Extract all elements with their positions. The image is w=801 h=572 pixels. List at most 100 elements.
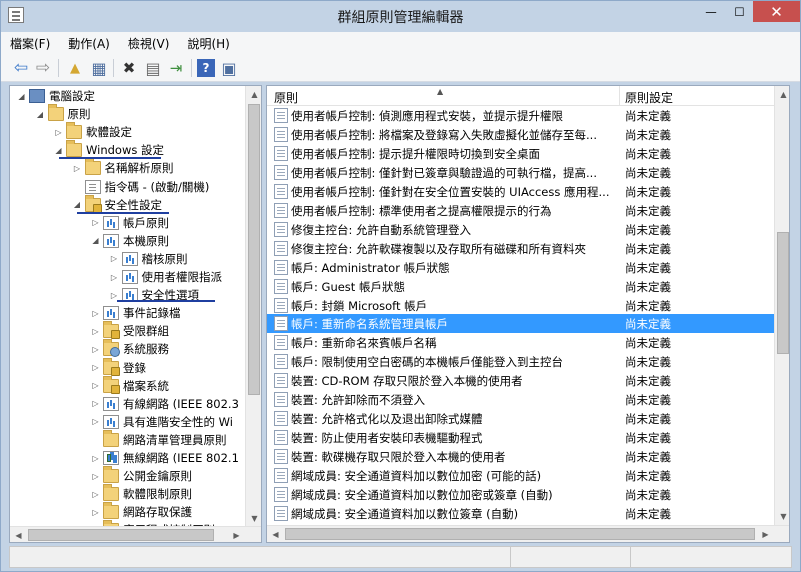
tree-item[interactable]: 網路清單管理員原則 — [90, 429, 227, 449]
collapse-arrow-icon[interactable]: ◢ — [53, 146, 64, 155]
list-hscroll-thumb[interactable] — [285, 528, 755, 540]
policy-row[interactable]: 使用者帳戶控制: 僅針對已簽章與驗證過的可執行檔，提高... 尚未定義 — [267, 163, 774, 182]
tree-item[interactable]: ▷ 公開金鑰原則 — [90, 466, 192, 485]
expand-arrow-icon[interactable]: ▷ — [90, 345, 101, 354]
tree-item[interactable]: ▷ 事件記錄檔 — [90, 304, 181, 322]
collapse-arrow-icon[interactable]: ◢ — [72, 200, 83, 209]
expand-arrow-icon[interactable]: ▷ — [109, 273, 120, 282]
export-list-icon[interactable]: ⇥ — [167, 59, 185, 77]
policy-row[interactable]: 帳戶: 重新命名來賓帳戶名稱 尚未定義 — [267, 333, 774, 352]
tree-item[interactable]: ▷ 軟體限制原則 — [90, 484, 192, 503]
tree-item[interactable]: ▷ 稽核原則 — [109, 250, 188, 268]
menu-view[interactable]: 檢視(V) — [119, 35, 179, 52]
tree-scroll-up-icon[interactable]: ▲ — [246, 86, 261, 103]
expand-arrow-icon[interactable]: ▷ — [90, 327, 101, 336]
policy-row[interactable]: 裝置: CD-ROM 存取只限於登入本機的使用者 尚未定義 — [267, 371, 774, 390]
tree-item[interactable]: ▷ 使用者權限指派 — [109, 268, 222, 286]
menu-file[interactable]: 檔案(F) — [1, 35, 59, 52]
expand-arrow-icon[interactable]: ▷ — [90, 417, 101, 426]
tree-horizontal-scrollbar[interactable]: ◀ ▶ — [10, 526, 261, 542]
policy-row[interactable]: 網域成員: 安全通道資料加以數位簽章 (自動) 尚未定義 — [267, 504, 774, 523]
expand-arrow-icon[interactable]: ▷ — [90, 218, 101, 227]
tree-item[interactable]: ▷ 登錄 — [90, 357, 146, 377]
tree-hscroll-thumb[interactable] — [28, 529, 214, 541]
expand-arrow-icon[interactable]: ▷ — [90, 454, 101, 463]
policy-row[interactable]: 帳戶: Administrator 帳戶狀態 尚未定義 — [267, 258, 774, 277]
tree-item[interactable]: ▷ 檔案系統 — [90, 375, 169, 395]
policy-row[interactable]: 裝置: 防止使用者安裝印表機驅動程式 尚未定義 — [267, 428, 774, 447]
policy-row[interactable]: 網域成員: 安全通道資料加以數位加密或簽章 (自動) 尚未定義 — [267, 485, 774, 504]
back-arrow-icon[interactable]: ⇦ — [12, 58, 30, 78]
expand-arrow-icon[interactable]: ▷ — [90, 472, 101, 481]
up-folder-icon[interactable]: ▲ — [66, 59, 84, 77]
delete-icon[interactable]: ✖ — [120, 59, 138, 77]
menu-help[interactable]: 說明(H) — [178, 35, 238, 52]
tree-item[interactable]: ▷ 網路存取保護 — [90, 502, 192, 521]
policy-row[interactable]: 使用者帳戶控制: 偵測應用程式安裝，並提示提升權限 尚未定義 — [267, 106, 774, 125]
tree-item[interactable]: ◢ 安全性設定 — [72, 194, 162, 214]
expand-arrow-icon[interactable]: ▷ — [109, 254, 120, 263]
policy-row[interactable]: 帳戶: 重新命名系統管理員帳戶 尚未定義 — [267, 314, 774, 334]
policy-row[interactable]: 使用者帳戶控制: 標準使用者之提高權限提示的行為 尚未定義 — [267, 201, 774, 220]
expand-arrow-icon[interactable]: ▷ — [90, 363, 101, 372]
expand-arrow-icon[interactable]: ▷ — [90, 508, 101, 517]
list-scroll-right-icon[interactable]: ▶ — [757, 526, 774, 542]
policy-row[interactable]: 使用者帳戶控制: 僅針對在安全位置安裝的 UIAccess 應用程... 尚未定義 — [267, 182, 774, 201]
tree-item[interactable]: ◢ 本機原則 — [90, 232, 169, 250]
tree-item[interactable]: ◢ 原則 — [35, 104, 91, 123]
tree-item[interactable]: ▷ 受限群組 — [90, 321, 169, 340]
collapse-arrow-icon[interactable]: ◢ — [90, 236, 101, 245]
policy-row[interactable]: 帳戶: 封鎖 Microsoft 帳戶 尚未定義 — [267, 296, 774, 315]
expand-arrow-icon[interactable]: ▷ — [109, 291, 120, 300]
policy-row[interactable]: 裝置: 允許卸除而不須登入 尚未定義 — [267, 390, 774, 409]
list-scroll-left-icon[interactable]: ◀ — [267, 526, 284, 542]
minimize-button[interactable]: — — [696, 1, 726, 22]
show-action-pane-icon[interactable]: ▣ — [220, 59, 238, 78]
policy-row[interactable]: 帳戶: Guest 帳戶狀態 尚未定義 — [267, 277, 774, 296]
list-vertical-scrollbar[interactable]: ▲ ▼ — [774, 86, 789, 525]
policy-row[interactable]: 裝置: 允許格式化以及退出卸除式媒體 尚未定義 — [267, 409, 774, 428]
policy-row[interactable]: 使用者帳戶控制: 將檔案及登錄寫入失敗虛擬化並儲存至每... 尚未定義 — [267, 125, 774, 144]
tree-item[interactable]: ▷ 系統服務 — [90, 339, 169, 358]
tree-item[interactable]: ▷ 名稱解析原則 — [72, 158, 174, 177]
tree-item[interactable]: ◢ 電腦設定 — [16, 87, 95, 105]
maximize-button[interactable]: ☐ — [726, 1, 753, 22]
show-hide-tree-icon[interactable]: ▦ — [90, 59, 108, 78]
policy-row[interactable]: 使用者帳戶控制: 提示提升權限時切換到安全桌面 尚未定義 — [267, 144, 774, 163]
forward-arrow-icon[interactable]: ⇨ — [34, 58, 52, 78]
expand-arrow-icon[interactable]: ▷ — [90, 309, 101, 318]
list-scroll-thumb[interactable] — [777, 232, 789, 354]
expand-arrow-icon[interactable]: ▷ — [90, 381, 101, 390]
tree-vertical-scrollbar[interactable]: ▲ ▼ — [245, 86, 261, 527]
policy-row[interactable]: 修復主控台: 允許軟碟複製以及存取所有磁碟和所有資料夾 尚未定義 — [267, 239, 774, 258]
expand-arrow-icon[interactable]: ▷ — [53, 128, 64, 137]
tree-item[interactable]: ▷ 具有進階安全性的 Wi — [90, 413, 233, 431]
collapse-arrow-icon[interactable]: ◢ — [16, 92, 27, 101]
close-button[interactable]: ✕ — [753, 1, 800, 22]
expand-arrow-icon[interactable]: ▷ — [72, 164, 83, 173]
policy-row[interactable]: 網域成員: 安全通道資料加以數位加密 (可能的話) 尚未定義 — [267, 466, 774, 485]
expand-arrow-icon[interactable]: ▷ — [90, 490, 101, 499]
tree-scroll-right-icon[interactable]: ▶ — [228, 527, 245, 542]
tree-item[interactable]: ▷ 無線網路 (IEEE 802.1 — [90, 449, 239, 467]
policy-row[interactable]: 裝置: 軟碟機存取只限於登入本機的使用者 尚未定義 — [267, 447, 774, 466]
tree-scroll-thumb[interactable] — [248, 104, 260, 395]
policy-row[interactable]: 帳戶: 限制使用空白密碼的本機帳戶僅能登入到主控台 尚未定義 — [267, 352, 774, 371]
properties-icon[interactable]: ▤ — [144, 59, 162, 78]
tree-item[interactable]: ▷ 帳戶原則 — [90, 214, 169, 232]
column-policy-setting[interactable]: 原則設定 — [625, 89, 673, 106]
help-icon[interactable]: ? — [197, 59, 215, 77]
tree-item[interactable]: 指令碼 - (啟動/關機) — [72, 178, 209, 196]
column-policy[interactable]: 原則 — [274, 89, 298, 106]
expand-arrow-icon[interactable]: ▷ — [90, 399, 101, 408]
menu-action[interactable]: 動作(A) — [59, 35, 119, 52]
list-horizontal-scrollbar[interactable]: ◀ ▶ — [267, 525, 789, 542]
tree-scroll-left-icon[interactable]: ◀ — [10, 527, 27, 542]
list-scroll-down-icon[interactable]: ▼ — [775, 508, 789, 525]
collapse-arrow-icon[interactable]: ◢ — [35, 110, 46, 119]
tree-item[interactable]: ▷ 軟體設定 — [53, 122, 132, 141]
policy-row[interactable]: 修復主控台: 允許自動系統管理登入 尚未定義 — [267, 220, 774, 239]
list-scroll-up-icon[interactable]: ▲ — [775, 86, 789, 103]
tree-scroll-down-icon[interactable]: ▼ — [246, 510, 261, 527]
tree-item[interactable]: ▷ 有線網路 (IEEE 802.3 — [90, 395, 239, 413]
